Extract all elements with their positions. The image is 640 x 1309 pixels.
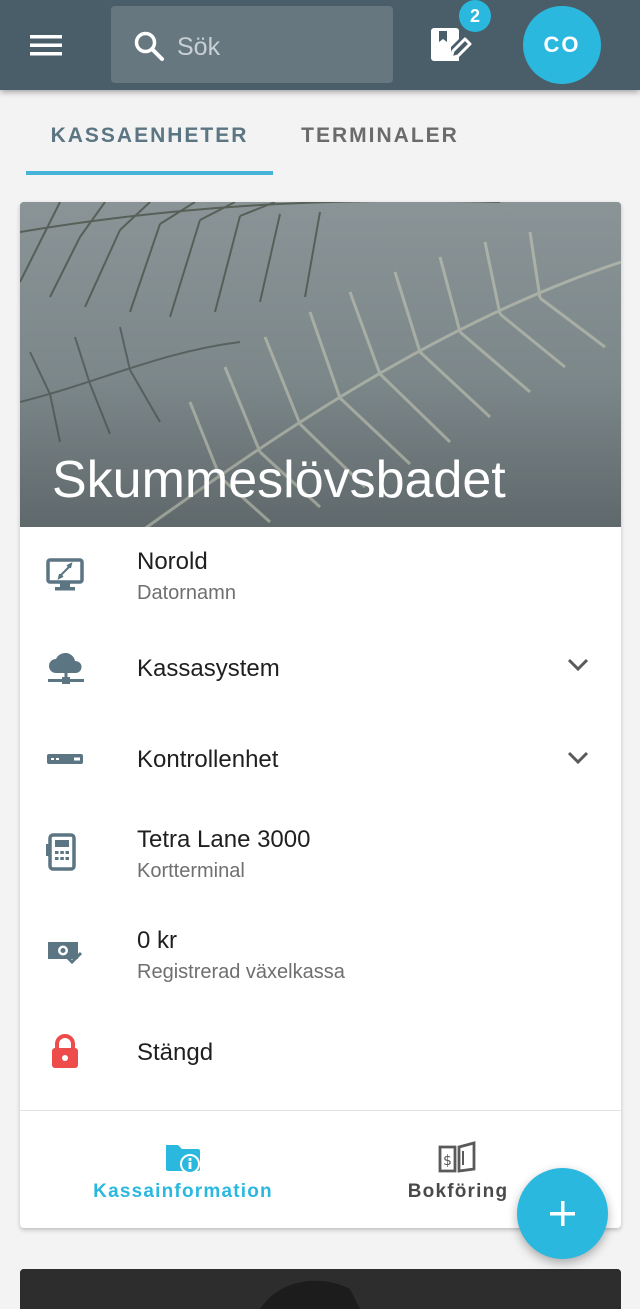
plus-icon: [550, 1201, 575, 1226]
cash-check-icon: [48, 942, 83, 964]
card-hero-image: Skummeslövsbadet: [20, 202, 621, 527]
card-terminal-row[interactable]: Tetra Lane 3000 Kortterminal: [20, 806, 621, 902]
control-unit-icon: [47, 754, 83, 764]
remote-desktop-icon: [46, 558, 84, 591]
computer-name-label: Datornamn: [137, 582, 236, 604]
top-app-bar: 2 CO: [0, 0, 640, 90]
next-card-image: [20, 1269, 621, 1309]
change-fund-row[interactable]: 0 kr Registrerad växelkassa: [20, 902, 621, 1002]
cloud-network-icon: [48, 652, 84, 684]
menu-button[interactable]: [22, 24, 70, 66]
user-avatar[interactable]: CO: [523, 6, 601, 84]
svg-text:$: $: [443, 1153, 452, 1169]
book-dollar-icon: $: [438, 1141, 476, 1173]
change-fund-value: 0 kr: [137, 927, 178, 954]
cash-system-row[interactable]: Kassasystem: [20, 624, 621, 714]
notification-badge: 2: [459, 0, 491, 32]
card-title: Skummeslövsbadet: [52, 451, 506, 509]
status-row[interactable]: Stängd: [20, 1002, 621, 1102]
computer-name-value: Norold: [137, 548, 208, 575]
search-input[interactable]: [175, 26, 379, 68]
tab-terminaler[interactable]: TERMINALER: [280, 108, 480, 172]
computer-name-row[interactable]: Norold Datornamn: [20, 528, 621, 624]
search-field[interactable]: [111, 6, 393, 83]
cash-system-label: Kassasystem: [137, 655, 280, 682]
cash-register-card: Skummeslövsbadet Norold Datornamn Kassas…: [20, 202, 621, 1228]
hamburger-menu-icon: [30, 35, 62, 56]
control-unit-label: Kontrollenhet: [137, 746, 279, 773]
chevron-down-icon: [567, 751, 589, 765]
control-unit-row[interactable]: Kontrollenhet: [20, 714, 621, 806]
chevron-down-icon: [567, 658, 589, 672]
tab-kassaenheter[interactable]: KASSAENHETER: [26, 108, 273, 172]
folder-info-icon: [166, 1145, 200, 1174]
next-card-preview: [20, 1269, 621, 1309]
lock-icon: [52, 1034, 78, 1068]
nav-kassainformation[interactable]: Kassainformation: [20, 1111, 346, 1228]
card-terminal-value: Tetra Lane 3000: [137, 826, 311, 853]
search-icon: [134, 31, 164, 61]
status-value: Stängd: [137, 1039, 214, 1066]
card-terminal-icon: [46, 833, 76, 871]
add-fab-button[interactable]: [517, 1168, 608, 1259]
active-tab-indicator: [26, 171, 273, 175]
nav-kassainformation-label: Kassainformation: [93, 1181, 273, 1202]
card-terminal-label: Kortterminal: [137, 860, 245, 882]
change-fund-label: Registrerad växelkassa: [137, 961, 345, 983]
